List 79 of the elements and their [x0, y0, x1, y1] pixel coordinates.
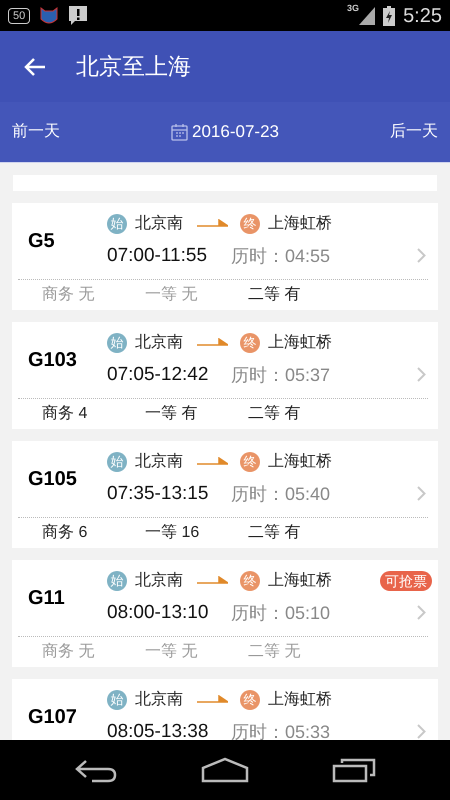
chevron-right-icon	[417, 367, 426, 382]
destination-badge: 终	[240, 332, 260, 353]
date-button[interactable]: 2016-07-23	[171, 119, 279, 145]
chevron-right-icon	[417, 248, 426, 263]
duration: 历时：05:37	[231, 364, 330, 386]
destination-badge: 终	[240, 570, 260, 591]
seat-availability: 一等 16	[145, 524, 200, 541]
destination-badge: 终	[240, 214, 260, 234]
origin-station: 北京南	[135, 214, 184, 234]
seat-availability: 商务 4	[42, 405, 88, 422]
destination-station: 上海虹桥	[268, 214, 332, 234]
arrow-icon	[197, 456, 228, 467]
network-label: 3G	[347, 4, 360, 13]
destination-station: 上海虹桥	[268, 570, 332, 591]
time-range: 07:05-12:42	[107, 362, 210, 387]
chevron-right-icon	[417, 486, 426, 501]
destination-station: 上海虹桥	[268, 452, 332, 472]
origin-station: 北京南	[135, 332, 184, 353]
origin-badge: 始	[107, 690, 127, 710]
seat-availability: 二等 无	[248, 643, 300, 660]
train-number: G107	[27, 705, 78, 730]
seat-availability: 商务 无	[42, 286, 94, 303]
train-card[interactable]: G11 始 北京南 终 上海虹桥 08:00-13:10 历时：05:10 可抢票 商务 无 一等 无 二等 无	[12, 560, 438, 667]
destination-badge: 终	[240, 452, 260, 472]
previous-day-button[interactable]: 前一天	[12, 120, 60, 144]
status-time: 5:25	[403, 4, 442, 28]
seat-availability: 一等 有	[145, 405, 198, 422]
seat-availability: 二等 有	[248, 405, 300, 422]
destination-station: 上海虹桥	[268, 332, 332, 353]
battery-icon	[383, 6, 396, 26]
origin-station: 北京南	[135, 690, 184, 710]
origin-badge: 始	[107, 452, 127, 472]
train-card[interactable]: G105 始 北京南 终 上海虹桥 07:35-13:15 历时：05:40 商务 6 一等 16 二等 有	[12, 441, 438, 548]
origin-badge: 始	[107, 214, 127, 234]
chevron-right-icon	[417, 724, 426, 739]
origin-badge: 始	[107, 332, 127, 353]
signal-icon	[359, 6, 376, 24]
seat-availability: 二等 有	[248, 286, 300, 303]
train-card[interactable]: G107 始 北京南 终 上海虹桥 08:05-13:38 历时：05:33	[12, 679, 438, 740]
train-number: G11	[27, 586, 66, 611]
train-card[interactable]: G5 始 北京南 终 上海虹桥 07:00-11:55 历时：04:55 商务 无 一等 无 二等 有	[12, 203, 438, 310]
notification-badge: 50	[8, 8, 30, 24]
home-icon[interactable]	[200, 757, 249, 783]
recent-apps-icon[interactable]	[332, 757, 376, 783]
train-card[interactable]: G103 始 北京南 终 上海虹桥 07:05-12:42 历时：05:37 商务 4 一等 有 二等 有	[12, 322, 438, 429]
seat-availability: 商务 6	[42, 524, 88, 541]
destination-badge: 终	[240, 690, 260, 710]
origin-badge: 始	[107, 570, 127, 591]
back-icon[interactable]	[24, 56, 46, 76]
train-number: G105	[27, 467, 78, 492]
seat-availability: 商务 无	[42, 643, 94, 660]
arrow-icon	[197, 576, 228, 586]
train-number: G103	[27, 348, 78, 373]
app-title: 北京至上海	[76, 52, 191, 82]
status-badge: 可抢票	[380, 571, 432, 591]
back-icon[interactable]	[74, 757, 118, 783]
duration: 历时：05:10	[231, 602, 330, 624]
origin-station: 北京南	[135, 452, 184, 472]
next-day-button[interactable]: 后一天	[390, 120, 438, 144]
seat-availability: 一等 无	[145, 286, 198, 303]
arrow-icon	[197, 218, 228, 229]
origin-station: 北京南	[135, 570, 184, 591]
duration: 历时：04:55	[231, 244, 330, 268]
chevron-right-icon	[417, 605, 426, 620]
seat-availability: 二等 有	[248, 524, 300, 541]
arrow-icon	[197, 338, 228, 348]
time-range: 08:00-13:10	[107, 600, 210, 625]
app-icon	[38, 4, 60, 26]
duration: 历时：05:33	[231, 720, 330, 740]
arrow-icon	[197, 694, 228, 705]
duration: 历时：05:40	[231, 482, 330, 506]
destination-station: 上海虹桥	[268, 690, 332, 710]
seat-availability: 一等 无	[145, 643, 198, 660]
time-range: 07:35-13:15	[107, 482, 210, 506]
calendar-icon	[171, 123, 188, 141]
train-number: G5	[27, 229, 56, 254]
time-range: 08:05-13:38	[107, 720, 210, 740]
alert-icon	[68, 4, 88, 26]
time-range: 07:00-11:55	[107, 244, 208, 268]
